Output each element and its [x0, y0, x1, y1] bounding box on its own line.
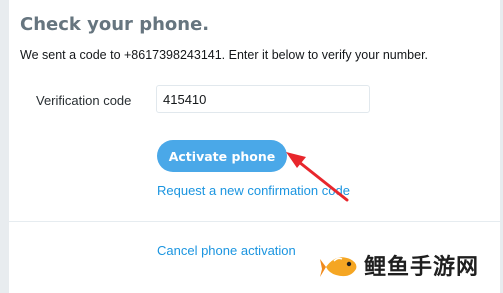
request-new-code-link[interactable]: Request a new confirmation code	[157, 183, 350, 198]
section-divider	[9, 221, 500, 222]
activate-phone-button[interactable]: Activate phone	[157, 140, 287, 172]
watermark-text: 鲤鱼手游网	[364, 255, 480, 280]
verification-code-label: Verification code	[36, 93, 132, 108]
page-title: Check your phone.	[20, 14, 210, 35]
watermark: 鲤鱼手游网	[318, 243, 498, 287]
verification-code-input[interactable]	[156, 85, 370, 113]
fish-logo-icon	[320, 246, 359, 284]
cancel-phone-activation-link[interactable]: Cancel phone activation	[157, 243, 296, 258]
page-subtitle: We sent a code to +8617398243141. Enter …	[20, 48, 429, 62]
window-left-edge	[0, 0, 9, 293]
